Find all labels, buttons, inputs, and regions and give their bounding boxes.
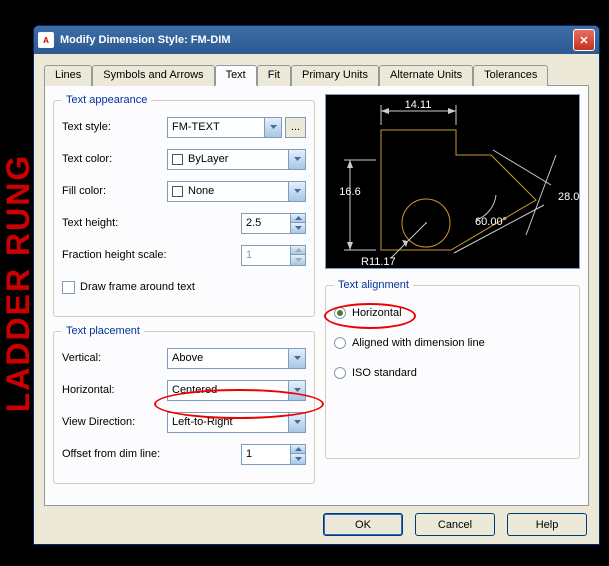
- tab-panel-text: Text appearance Text style: FM-TEXT ... …: [44, 86, 589, 506]
- draw-frame-checkbox[interactable]: [62, 281, 75, 294]
- text-height-down[interactable]: [291, 223, 306, 234]
- tab-symbols-arrows[interactable]: Symbols and Arrows: [92, 65, 214, 86]
- tab-fit[interactable]: Fit: [257, 65, 291, 86]
- help-button[interactable]: Help: [507, 513, 587, 536]
- label-fraction-scale: Fraction height scale:: [62, 249, 241, 261]
- label-offset: Offset from dim line:: [62, 448, 241, 460]
- text-style-browse-button[interactable]: ...: [285, 117, 306, 138]
- preview-drawing: 14.11 16.6 28.07 60.00°: [326, 95, 579, 268]
- label-text-style: Text style:: [62, 121, 167, 133]
- tab-lines[interactable]: Lines: [44, 65, 92, 86]
- window-title: Modify Dimension Style: FM-DIM: [60, 34, 231, 46]
- label-vertical: Vertical:: [62, 352, 167, 364]
- chevron-down-icon: [294, 420, 301, 424]
- chevron-down-icon: [295, 226, 302, 230]
- text-height-up[interactable]: [291, 213, 306, 224]
- close-button[interactable]: ✕: [573, 29, 595, 51]
- app-icon: A: [38, 32, 54, 48]
- tab-text[interactable]: Text: [215, 65, 257, 86]
- chevron-down-icon: [294, 157, 301, 161]
- label-radio-aligned[interactable]: Aligned with dimension line: [352, 337, 485, 349]
- fraction-scale-up: [291, 245, 306, 256]
- radio-iso[interactable]: [334, 367, 346, 379]
- svg-text:60.00°: 60.00°: [475, 216, 507, 228]
- offset-up[interactable]: [291, 444, 306, 455]
- offset-down[interactable]: [291, 454, 306, 465]
- text-color-combo[interactable]: ByLayer: [167, 149, 289, 170]
- fill-color-combo[interactable]: None: [167, 181, 289, 202]
- vertical-combo[interactable]: Above: [167, 348, 289, 369]
- vertical-dropdown-button[interactable]: [289, 348, 306, 369]
- label-radio-iso[interactable]: ISO standard: [352, 367, 417, 379]
- titlebar[interactable]: A Modify Dimension Style: FM-DIM ✕: [34, 26, 599, 54]
- chevron-down-icon: [270, 125, 277, 129]
- close-icon: ✕: [579, 34, 588, 47]
- tab-tolerances[interactable]: Tolerances: [473, 65, 548, 86]
- chevron-down-icon: [294, 356, 301, 360]
- cancel-button[interactable]: Cancel: [415, 513, 495, 536]
- group-text-appearance: Text appearance Text style: FM-TEXT ... …: [53, 94, 315, 317]
- text-color-dropdown-button[interactable]: [289, 149, 306, 170]
- dialog: A Modify Dimension Style: FM-DIM ✕ Lines…: [33, 25, 600, 545]
- tab-alternate-units[interactable]: Alternate Units: [379, 65, 473, 86]
- horizontal-combo[interactable]: Centered: [167, 380, 289, 401]
- chevron-up-icon: [295, 447, 302, 451]
- chevron-down-icon: [294, 388, 301, 392]
- svg-text:14.11: 14.11: [405, 99, 432, 111]
- chevron-up-icon: [295, 248, 302, 252]
- dimension-preview: 14.11 16.6 28.07 60.00°: [325, 94, 580, 269]
- svg-text:R11.17: R11.17: [361, 256, 396, 268]
- chevron-down-icon: [295, 457, 302, 461]
- radio-aligned[interactable]: [334, 337, 346, 349]
- legend-placement: Text placement: [62, 325, 144, 337]
- group-text-placement: Text placement Vertical: Above Horizonta…: [53, 325, 315, 484]
- text-height-input[interactable]: 2.5: [241, 213, 291, 234]
- svg-text:16.6: 16.6: [339, 186, 360, 198]
- ok-button[interactable]: OK: [323, 513, 403, 536]
- chevron-down-icon: [294, 189, 301, 193]
- label-draw-frame[interactable]: Draw frame around text: [80, 281, 195, 293]
- fraction-scale-input: 1: [241, 245, 291, 266]
- tab-primary-units[interactable]: Primary Units: [291, 65, 379, 86]
- label-radio-horizontal[interactable]: Horizontal: [352, 307, 402, 319]
- group-text-alignment: Text alignment Horizontal Aligned with d…: [325, 279, 580, 459]
- chevron-down-icon: [295, 258, 302, 262]
- label-view-direction: View Direction:: [62, 416, 167, 428]
- label-fill-color: Fill color:: [62, 185, 167, 197]
- fill-color-dropdown-button[interactable]: [289, 181, 306, 202]
- text-style-combo[interactable]: FM-TEXT: [167, 117, 265, 138]
- legend-appearance: Text appearance: [62, 94, 151, 106]
- offset-input[interactable]: 1: [241, 444, 291, 465]
- chevron-up-icon: [295, 216, 302, 220]
- label-text-color: Text color:: [62, 153, 167, 165]
- label-text-height: Text height:: [62, 217, 241, 229]
- view-direction-combo[interactable]: Left-to-Right: [167, 412, 289, 433]
- svg-text:28.07: 28.07: [558, 191, 579, 203]
- color-swatch: [172, 154, 183, 165]
- legend-alignment: Text alignment: [334, 279, 413, 291]
- horizontal-dropdown-button[interactable]: [289, 380, 306, 401]
- fraction-scale-down: [291, 255, 306, 266]
- label-horizontal: Horizontal:: [62, 384, 167, 396]
- view-direction-dropdown-button[interactable]: [289, 412, 306, 433]
- color-swatch: [172, 186, 183, 197]
- radio-horizontal[interactable]: [334, 307, 346, 319]
- text-style-dropdown-button[interactable]: [265, 117, 282, 138]
- tab-strip: Lines Symbols and Arrows Text Fit Primar…: [44, 64, 589, 86]
- dialog-button-row: OK Cancel Help: [323, 513, 587, 536]
- background-side-text: LADDER RUNG: [0, 154, 37, 412]
